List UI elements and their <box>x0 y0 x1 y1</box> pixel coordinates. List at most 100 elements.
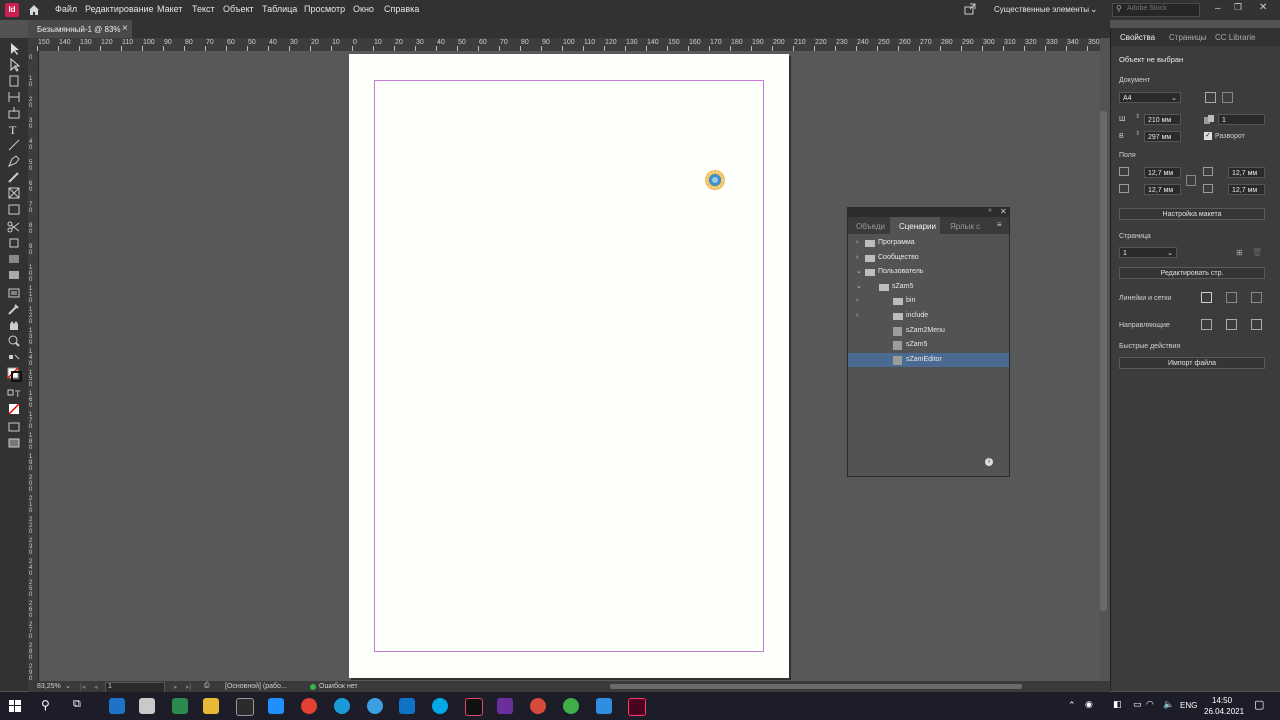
chevron-down-icon[interactable]: ⌄ <box>1090 4 1098 15</box>
page-size-select[interactable]: A4 ⌄ <box>1119 92 1181 103</box>
line-tool-icon[interactable] <box>6 138 22 152</box>
menu-edit[interactable]: Редактирование <box>85 4 154 14</box>
document-icon[interactable]: ⎙ <box>204 682 210 690</box>
chrome-icon[interactable] <box>301 698 317 714</box>
edit-page-button[interactable]: Редактировать стр. <box>1119 267 1265 279</box>
grid-icon[interactable] <box>1226 292 1237 303</box>
tab-cc-libraries[interactable]: CC Librarie <box>1215 33 1255 42</box>
gap-tool-icon[interactable] <box>6 90 22 104</box>
fill-stroke-swatch-icon[interactable] <box>6 366 22 382</box>
scissors-tool-icon[interactable] <box>6 220 22 234</box>
workspace-switcher[interactable]: Существенные элементы <box>994 5 1089 14</box>
landscape-orientation-icon[interactable] <box>1222 92 1233 103</box>
tree-row-user[interactable]: ⌄ Пользователь <box>848 265 1009 279</box>
chevron-right-icon[interactable]: › <box>856 294 858 308</box>
document-page[interactable] <box>349 54 789 678</box>
input-language[interactable]: ENG <box>1180 701 1197 710</box>
page-count-input[interactable]: 1 <box>1218 114 1265 125</box>
gradient-feather-tool-icon[interactable] <box>6 268 22 282</box>
indesign-taskbar-icon[interactable] <box>628 698 646 716</box>
windows-start-icon[interactable] <box>9 700 21 712</box>
network-icon[interactable]: ◠ <box>1146 699 1154 710</box>
menu-file[interactable]: Файл <box>55 4 77 14</box>
swap-fill-stroke-icon[interactable] <box>6 352 22 366</box>
menu-type[interactable]: Текст <box>192 4 215 14</box>
notifications-icon[interactable]: ▢ <box>1254 698 1264 711</box>
chevron-right-icon[interactable]: › <box>856 309 858 323</box>
baseline-grid-icon[interactable] <box>1251 292 1262 303</box>
tree-row-szameditor-selected[interactable]: sZamEditor <box>848 353 1009 367</box>
mail-app-icon[interactable] <box>139 698 155 714</box>
taskbar-app-icon[interactable] <box>596 698 612 714</box>
tray-chevron-up-icon[interactable]: ⌃ <box>1068 700 1076 711</box>
eyedropper-tool-icon[interactable] <box>6 302 22 316</box>
guides-icon[interactable] <box>1201 319 1212 330</box>
taskbar-app-icon[interactable] <box>172 698 188 714</box>
task-view-icon[interactable]: ⧉ <box>73 698 81 711</box>
menu-layout[interactable]: Макет <box>157 4 182 14</box>
skype-icon[interactable] <box>432 698 448 714</box>
battery-icon[interactable]: ▭ <box>1133 699 1142 710</box>
file-explorer-icon[interactable] <box>203 698 219 714</box>
stepper-icon[interactable]: ⇕ <box>1135 130 1140 137</box>
prev-page-icon[interactable]: ◂ <box>94 683 98 691</box>
rectangle-frame-tool-icon[interactable] <box>6 186 22 200</box>
screen-mode-icon[interactable] <box>6 420 22 434</box>
tree-row-include[interactable]: › include <box>848 309 1009 323</box>
free-transform-tool-icon[interactable] <box>6 236 22 250</box>
tab-scripts-active[interactable]: Сценарии <box>890 217 940 234</box>
tab-properties[interactable]: Свойства <box>1120 33 1155 42</box>
direct-selection-tool-icon[interactable] <box>6 57 22 72</box>
home-icon[interactable] <box>28 4 40 16</box>
vertical-scrollbar[interactable] <box>1100 111 1107 611</box>
menu-help[interactable]: Справка <box>384 4 419 14</box>
lock-guides-icon[interactable] <box>1251 319 1262 330</box>
close-tab-icon[interactable]: × <box>122 23 128 34</box>
zoom-level[interactable]: 83,25% <box>37 683 61 690</box>
panel-titlebar[interactable]: « ✕ <box>848 207 1009 217</box>
margin-right-input[interactable]: 12,7 мм <box>1228 184 1265 195</box>
last-page-icon[interactable]: ▸| <box>186 683 191 691</box>
stock-search[interactable]: ⚲ Adobe Stock <box>1112 3 1200 17</box>
chevron-down-icon[interactable]: ⌄ <box>856 280 862 294</box>
selection-tool-icon[interactable] <box>6 42 22 56</box>
master-page-status[interactable]: [Основной] (рабо... <box>225 683 287 690</box>
clock-time[interactable]: 14:50 <box>1212 696 1232 705</box>
chevron-right-icon[interactable]: › <box>856 236 858 250</box>
content-collector-icon[interactable] <box>6 106 22 120</box>
taskbar-app-icon[interactable] <box>109 698 125 714</box>
adjust-layout-button[interactable]: Настройка макета <box>1119 208 1265 220</box>
apply-none-icon[interactable] <box>6 402 22 416</box>
close-panel-icon[interactable]: ✕ <box>1000 207 1007 216</box>
taskbar-app-icon[interactable] <box>530 698 546 714</box>
margin-left-input[interactable]: 12,7 мм <box>1228 167 1265 178</box>
menu-window[interactable]: Окно <box>353 4 374 14</box>
preflight-status[interactable]: Ошибок нет <box>319 683 358 690</box>
tab-pages[interactable]: Страницы <box>1169 33 1207 42</box>
menu-view[interactable]: Просмотр <box>304 4 345 14</box>
gradient-swatch-tool-icon[interactable] <box>6 252 22 266</box>
menu-object[interactable]: Объект <box>223 4 254 14</box>
tree-row-community[interactable]: › Сообщество <box>848 251 1009 265</box>
todo-app-icon[interactable] <box>268 698 284 714</box>
first-page-icon[interactable]: |◂ <box>80 683 85 691</box>
jetbrains-icon[interactable] <box>465 698 483 716</box>
collapse-panel-icon[interactable]: « <box>988 207 992 214</box>
ruler-icon[interactable] <box>1201 292 1212 303</box>
clock-date[interactable]: 26.04.2021 <box>1204 707 1244 716</box>
tab-shortcuts[interactable]: Ярлык с <box>950 222 980 231</box>
tray-app-icon[interactable]: ◧ <box>1113 699 1122 710</box>
menu-table[interactable]: Таблица <box>262 4 297 14</box>
search-icon[interactable]: ⚲ <box>41 698 50 712</box>
tree-row-szam5-folder[interactable]: ⌄ sZam5 <box>848 280 1009 294</box>
smart-guides-icon[interactable] <box>1226 319 1237 330</box>
document-tab[interactable]: Безымянный-1 @ 83% × <box>28 20 132 39</box>
spread-checkbox[interactable]: ✓ <box>1204 132 1212 140</box>
minimize-icon[interactable]: – <box>1215 3 1221 14</box>
note-tool-icon[interactable] <box>6 286 22 300</box>
info-icon[interactable]: i <box>985 458 993 466</box>
pen-tool-icon[interactable] <box>6 154 22 168</box>
telegram-icon[interactable] <box>367 698 383 714</box>
chevron-down-icon[interactable]: ⌄ <box>65 682 71 690</box>
margin-bottom-input[interactable]: 12,7 мм <box>1144 184 1181 195</box>
